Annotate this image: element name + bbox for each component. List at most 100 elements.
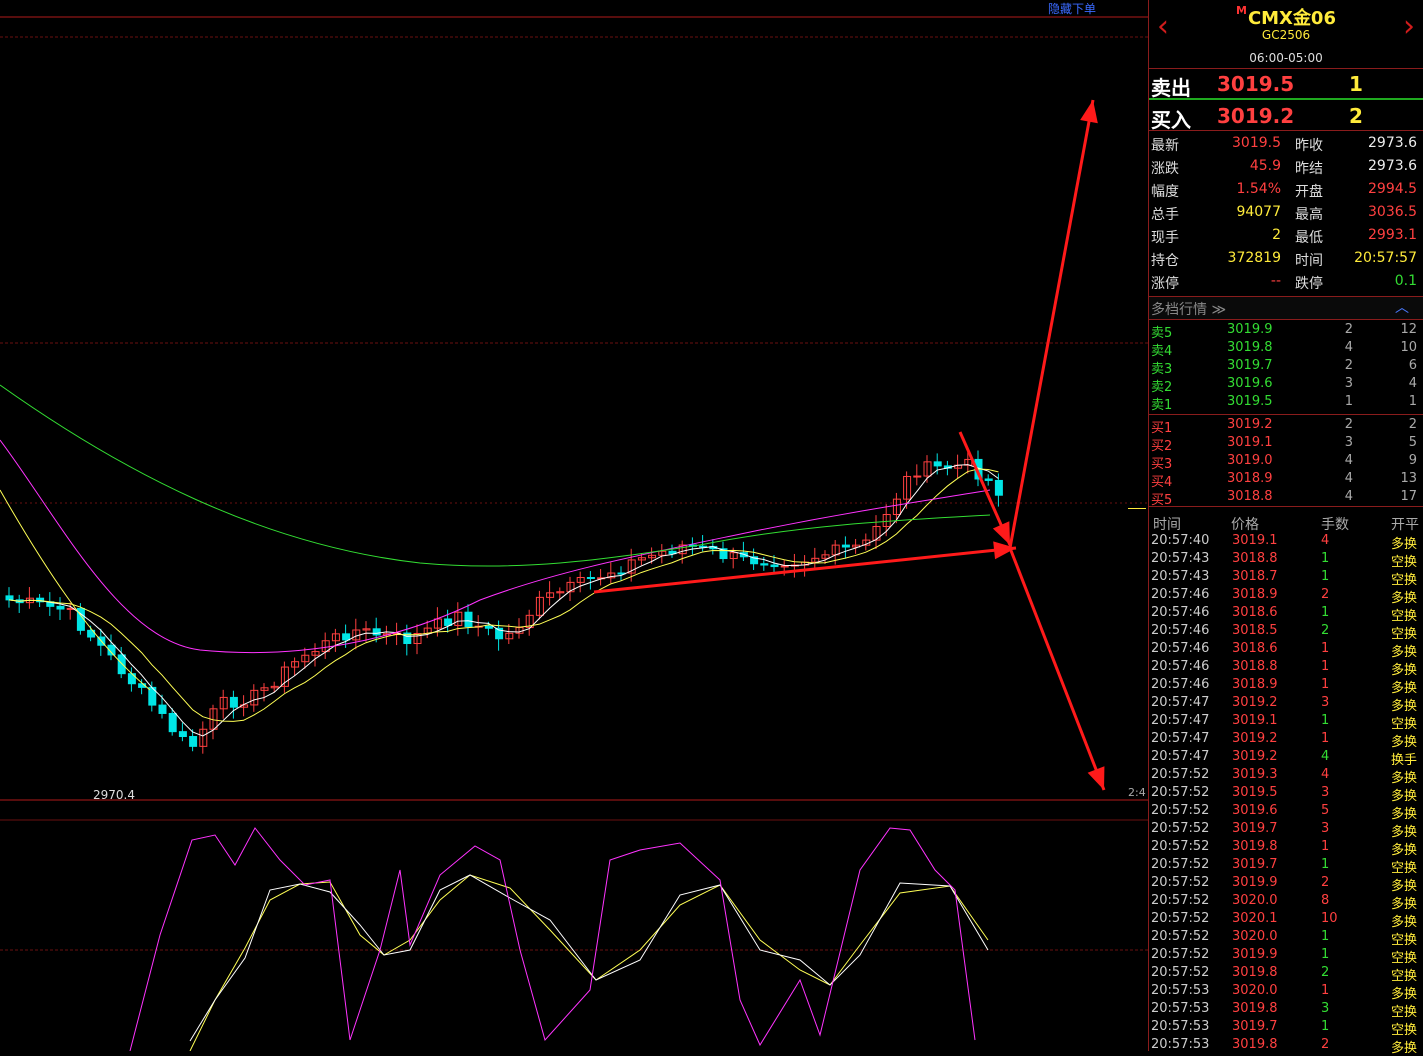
stat-label: 昨收: [1295, 138, 1323, 154]
depth-level[interactable]: 买5 3018.8 4 17: [1149, 488, 1423, 508]
depth-level[interactable]: 卖4 3019.8 4 10: [1149, 339, 1423, 359]
depth-level[interactable]: 卖5 3019.9 2 12: [1149, 321, 1423, 341]
tick-volume: 1: [1321, 659, 1330, 674]
depth-price: 3019.8: [1227, 340, 1273, 355]
candle-body: [342, 633, 351, 641]
candle-body: [178, 731, 187, 738]
tick-price: 3018.8: [1232, 551, 1278, 566]
ask-qty: 1: [1349, 72, 1363, 96]
tick-row: 20:57:46 3018.5 2 空换: [1149, 622, 1423, 642]
ask-ladder: 卖5 3019.9 2 12 卖4 3019.8 4 10 卖3 3019.7 2 6 卖2 3019.6…: [1149, 321, 1423, 413]
depth-header[interactable]: 多档行情 ≫ ︿: [1149, 296, 1423, 320]
stat-row: 总手 94077 最高 3036.5: [1149, 201, 1423, 224]
tick-time: 20:57:52: [1151, 821, 1210, 836]
depth-level[interactable]: 买3 3019.0 4 9: [1149, 452, 1423, 472]
tick-volume: 2: [1321, 587, 1330, 602]
tick-time: 20:57:47: [1151, 695, 1210, 710]
depth-level[interactable]: 买4 3018.9 4 13: [1149, 470, 1423, 490]
depth-price: 3019.2: [1227, 417, 1273, 432]
tick-time: 20:57:52: [1151, 857, 1210, 872]
tick-row: 20:57:53 3020.0 1 多换: [1149, 982, 1423, 1002]
tick-row: 20:57:52 3019.7 3 多换: [1149, 820, 1423, 840]
tick-price: 3019.9: [1232, 947, 1278, 962]
tick-price: 3019.2: [1232, 731, 1278, 746]
chart-canvas[interactable]: [0, 0, 1148, 1051]
tick-price: 3019.7: [1232, 821, 1278, 836]
depth-level[interactable]: 卖3 3019.7 2 6: [1149, 357, 1423, 377]
candlestick-chart-panel[interactable]: 隐藏下单 2970.4 2:4: [0, 0, 1148, 1051]
kdj-k-line: [189, 874, 989, 1042]
annotation-arrowhead: [1087, 766, 1105, 790]
depth-label: 买5: [1151, 493, 1173, 508]
tick-row: 20:57:46 3018.6 1 空换: [1149, 604, 1423, 624]
tick-time: 20:57:53: [1151, 983, 1210, 998]
tick-volume: 1: [1321, 641, 1330, 656]
depth-amount: 2: [1344, 417, 1353, 432]
tick-price: 3018.6: [1232, 605, 1278, 620]
tick-volume: 10: [1321, 911, 1338, 926]
stat-value: 2994.5: [1368, 181, 1417, 197]
ask-row[interactable]: 卖出 3019.5 1: [1149, 68, 1423, 100]
stat-value: 2993.1: [1368, 227, 1417, 243]
tick-price: 3019.1: [1232, 713, 1278, 728]
candle-body: [372, 628, 381, 636]
collapse-chevron-icon[interactable]: ︿: [1395, 297, 1409, 317]
kdj-d-line: [189, 874, 989, 1051]
tick-price: 3019.7: [1232, 1019, 1278, 1034]
tick-row: 20:57:52 3019.8 2 空换: [1149, 964, 1423, 984]
depth-cumulative: 5: [1408, 435, 1417, 450]
tick-volume: 3: [1321, 821, 1330, 836]
depth-cumulative: 17: [1400, 489, 1417, 504]
depth-price: 3019.9: [1227, 322, 1273, 337]
tick-row: 20:57:46 3018.8 1 多换: [1149, 658, 1423, 678]
stat-label: 持仓: [1151, 253, 1179, 269]
stat-row: 现手 2 最低 2993.1: [1149, 224, 1423, 247]
candle-body: [841, 544, 850, 548]
tick-price: 3020.0: [1232, 983, 1278, 998]
stat-label: 现手: [1151, 230, 1179, 246]
depth-amount: 4: [1344, 340, 1353, 355]
instrument-header: ‹ MCMX金06 GC2506 06:00-05:00 ›: [1149, 0, 1423, 69]
depth-title[interactable]: 多档行情 ≫: [1151, 299, 1226, 319]
candle-body: [189, 736, 198, 747]
tick-price: 3019.8: [1232, 965, 1278, 980]
col-price: 价格: [1231, 517, 1259, 533]
time-and-sales-list[interactable]: 20:57:40 3019.1 4 多换 20:57:43 3018.8 1 空换 20:57:…: [1149, 532, 1423, 1056]
depth-level[interactable]: 卖2 3019.6 3 4: [1149, 375, 1423, 395]
next-instrument-icon[interactable]: ›: [1403, 12, 1415, 42]
tick-volume: 2: [1321, 1037, 1330, 1052]
tick-volume: 3: [1321, 785, 1330, 800]
candle-body: [168, 712, 177, 733]
depth-level[interactable]: 买2 3019.1 3 5: [1149, 434, 1423, 454]
stat-label: 涨停: [1151, 276, 1179, 292]
tick-price: 3019.6: [1232, 803, 1278, 818]
tick-volume: 1: [1321, 713, 1330, 728]
hide-order-button[interactable]: 隐藏下单: [1048, 0, 1096, 17]
tick-row: 20:57:52 3019.9 2 多换: [1149, 874, 1423, 894]
depth-price: 3019.1: [1227, 435, 1273, 450]
depth-level[interactable]: 卖1 3019.5 1 1: [1149, 393, 1423, 413]
depth-cumulative: 1: [1408, 394, 1417, 409]
stat-value: 0.1: [1394, 273, 1417, 289]
depth-level[interactable]: 买1 3019.2 2 2: [1149, 416, 1423, 436]
stat-value: --: [1270, 273, 1281, 289]
tick-volume: 1: [1321, 569, 1330, 584]
tick-time: 20:57:40: [1151, 533, 1210, 548]
tick-time: 20:57:52: [1151, 875, 1210, 890]
stat-label: 跌停: [1295, 276, 1323, 292]
annotation-arrowhead: [992, 521, 1010, 545]
stat-label: 总手: [1151, 207, 1179, 223]
tick-row: 20:57:46 3018.6 1 多换: [1149, 640, 1423, 660]
tick-price: 3018.9: [1232, 677, 1278, 692]
bid-label: 买入: [1151, 108, 1191, 132]
candle-body: [127, 673, 136, 685]
tick-volume: 2: [1321, 875, 1330, 890]
tick-row: 20:57:52 3019.5 3 多换: [1149, 784, 1423, 804]
tick-time: 20:57:53: [1151, 1019, 1210, 1034]
depth-price: 3019.0: [1227, 453, 1273, 468]
tick-volume: 1: [1321, 983, 1330, 998]
tick-volume: 1: [1321, 1019, 1330, 1034]
tick-time: 20:57:43: [1151, 551, 1210, 566]
instrument-code: GC2506: [1261, 28, 1311, 42]
bid-row[interactable]: 买入 3019.2 2: [1149, 100, 1423, 132]
